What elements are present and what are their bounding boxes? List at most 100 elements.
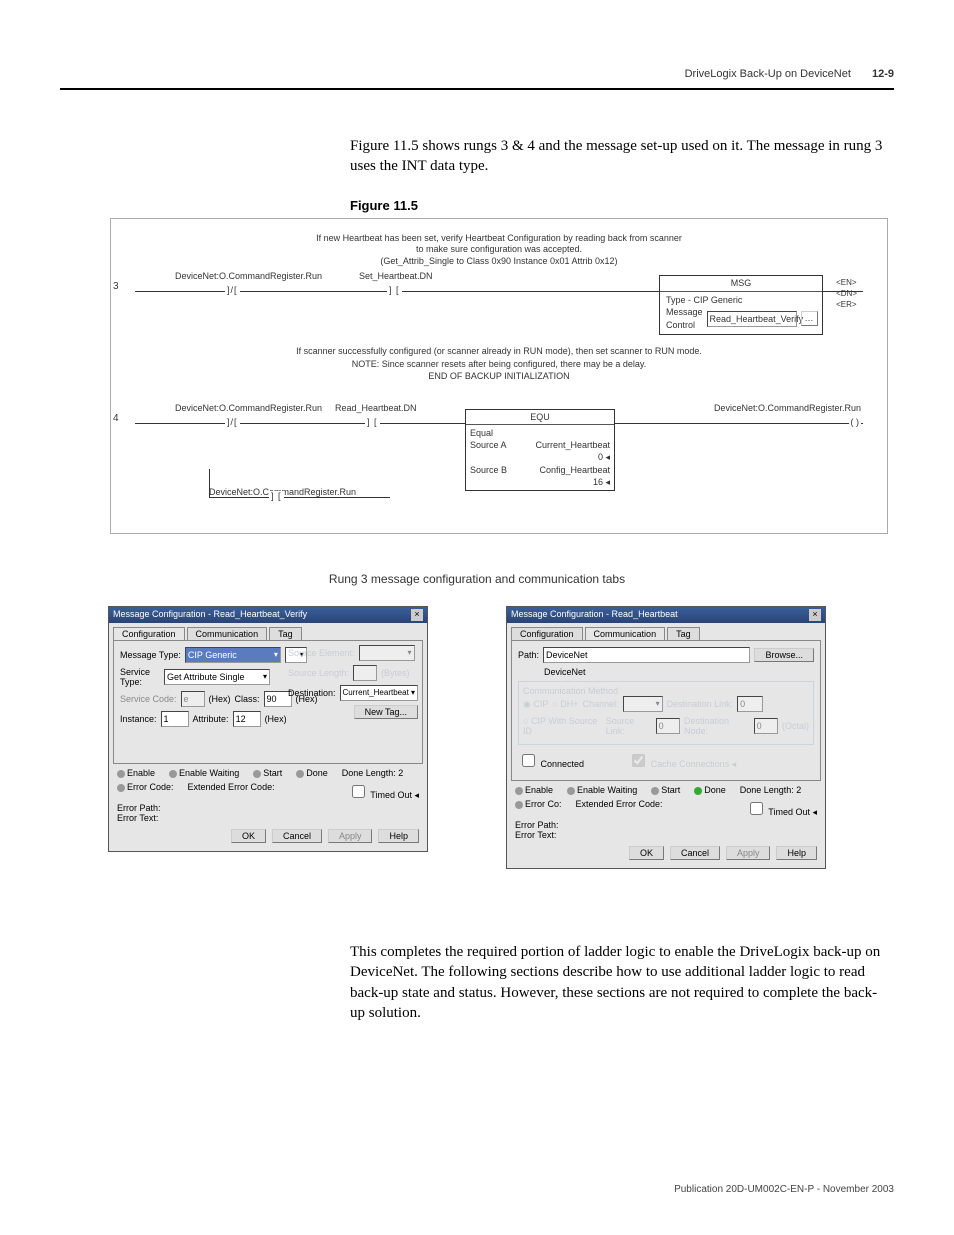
equ-srca-val: 0 ◂ [470, 451, 610, 463]
r-error-path-label: Error Path: [515, 820, 817, 830]
rung-3: 3 DeviceNet:O.CommandRegister.Run ]/[ Se… [135, 281, 863, 329]
connected-label: Connected [541, 759, 585, 769]
done-length-label: Done Length: 2 [342, 768, 404, 778]
cache-label: Cache Connections [651, 759, 730, 769]
cancel-button[interactable]: Cancel [272, 829, 322, 843]
done-label: Done [306, 768, 328, 778]
channel-select [623, 696, 663, 712]
r-ext-error-code-label: Extended Error Code: [576, 799, 663, 818]
rung3-comment-l2: to make sure configuration was accepted. [111, 244, 887, 255]
right-status-row1: Enable Enable Waiting Start Done Done Le… [515, 785, 817, 795]
browse-button[interactable]: Browse... [754, 648, 814, 662]
close-icon[interactable]: × [809, 609, 821, 621]
source-id-radio: CIP With Source ID [523, 716, 597, 736]
class-label: Class: [235, 694, 260, 704]
dest-node-input: 0 [754, 718, 778, 734]
rung4-nc-contact: ]/[ [225, 417, 240, 427]
scroll-handle[interactable]: ▯ [887, 279, 888, 295]
tab-tag[interactable]: Tag [269, 627, 302, 640]
rung3-dn-tag: Set_Heartbeat.DN [359, 271, 433, 281]
error-dot [515, 801, 523, 809]
rung4-number: 4 [113, 413, 119, 424]
ok-button[interactable]: OK [629, 846, 664, 860]
destination-select[interactable]: Current_Heartbeat [340, 685, 418, 701]
equ-srca-label: Source A [470, 439, 507, 451]
destination-label: Destination: [288, 688, 336, 698]
tab-configuration[interactable]: Configuration [113, 627, 185, 640]
figure-caption: Rung 3 message configuration and communi… [0, 572, 954, 586]
rung4-comment: If scanner successfully configured (or s… [111, 345, 887, 383]
rung4-contact-tag: DeviceNet:O.CommandRegister.Run [175, 403, 322, 413]
rung-4: 4 DeviceNet:O.CommandRegister.Run ]/[ Re… [135, 413, 863, 483]
header-rule [60, 88, 894, 90]
help-button[interactable]: Help [776, 846, 817, 860]
octal-label: (Octal) [782, 721, 809, 731]
message-config-left-dialog: Message Configuration - Read_Heartbeat_V… [108, 606, 428, 852]
instance-input[interactable]: 1 [161, 711, 189, 727]
branch-contact: ] [ [269, 491, 284, 501]
bytes-label: (Bytes) [381, 668, 410, 678]
enable-label: Enable [127, 768, 155, 778]
close-icon[interactable]: × [411, 609, 423, 621]
ok-button[interactable]: OK [231, 829, 266, 843]
enable-dot [117, 770, 125, 778]
timed-out-checkbox[interactable] [750, 802, 763, 815]
equ-srcb-val: 16 ◂ [470, 476, 610, 488]
source-length-label: Source Length: [288, 668, 349, 678]
dialogs-row: Message Configuration - Read_Heartbeat_V… [108, 606, 888, 862]
right-tabs: Configuration Communication Tag [511, 627, 821, 640]
rung3-nc-contact: ]/[ [225, 285, 240, 295]
timed-out-checkbox[interactable] [352, 785, 365, 798]
help-button[interactable]: Help [378, 829, 419, 843]
new-tag-button[interactable]: New Tag... [354, 705, 418, 719]
msg-type-select[interactable]: CIP Generic [185, 647, 281, 663]
tab-communication[interactable]: Communication [585, 627, 666, 640]
r-done-label: Done [704, 785, 726, 795]
scroll-up-icon[interactable]: ▲ [887, 219, 888, 235]
left-titlebar[interactable]: Message Configuration - Read_Heartbeat_V… [109, 607, 427, 623]
service-type-select[interactable]: Get Attribute Single [164, 669, 270, 685]
service-type-label: Service Type: [120, 667, 160, 687]
msg-control-value: Read_Heartbeat_Verify [707, 311, 797, 327]
dest-node-label: Destination Node: [684, 716, 750, 736]
msg-ellipsis-button[interactable]: … [801, 311, 818, 326]
left-status-row2: Error Code: Extended Error Code: Timed O… [117, 782, 419, 801]
r-done-length-label: Done Length: 2 [740, 785, 802, 795]
connected-checkbox[interactable] [522, 754, 535, 767]
cancel-button[interactable]: Cancel [670, 846, 720, 860]
rung3-msg-block: MSG Type - CIP Generic Message Control R… [659, 275, 823, 335]
enable-waiting-dot [567, 787, 575, 795]
r-start-label: Start [661, 785, 680, 795]
equ-srcb: Config_Heartbeat [539, 464, 610, 476]
rung3-comment-l1: If new Heartbeat has been set, verify He… [111, 233, 887, 244]
intro-text: Figure 11.5 shows rungs 3 & 4 and the me… [350, 136, 884, 177]
tab-communication[interactable]: Communication [187, 627, 268, 640]
source-element-label: Source Element: [288, 648, 355, 658]
source-element-select [359, 645, 415, 661]
instance-label: Instance: [120, 714, 157, 724]
done-dot [694, 787, 702, 795]
enable-waiting-dot [169, 770, 177, 778]
msg-type-line: Type - CIP Generic [666, 294, 816, 307]
rung4-dn-contact: ] [ [365, 417, 380, 427]
msg-header: MSG [660, 276, 822, 292]
left-right-area: Source Element: Source Length: (Bytes) D… [288, 645, 418, 723]
right-dialog-buttons: OK Cancel Apply Help [515, 846, 817, 860]
error-dot [117, 784, 125, 792]
equ-header: EQU [466, 410, 614, 425]
done-dot [296, 770, 304, 778]
path-input[interactable]: DeviceNet [543, 647, 750, 663]
rung3-contact-tag: DeviceNet:O.CommandRegister.Run [175, 271, 322, 281]
apply-button: Apply [726, 846, 771, 860]
right-titlebar[interactable]: Message Configuration - Read_Heartbeat × [507, 607, 825, 623]
left-dialog-buttons: OK Cancel Apply Help [117, 829, 419, 843]
r-timed-out-label: Timed Out [768, 807, 810, 817]
error-path-label: Error Path: [117, 803, 419, 813]
dhp-radio: DH+ [560, 699, 578, 709]
rung4-comment-l2: NOTE: Since scanner resets after being c… [111, 358, 887, 371]
msg-edges: <EN><DN><ER> [836, 277, 857, 311]
enable-dot [515, 787, 523, 795]
attribute-input[interactable]: 12 [233, 711, 261, 727]
tab-tag[interactable]: Tag [667, 627, 700, 640]
tab-configuration[interactable]: Configuration [511, 627, 583, 640]
